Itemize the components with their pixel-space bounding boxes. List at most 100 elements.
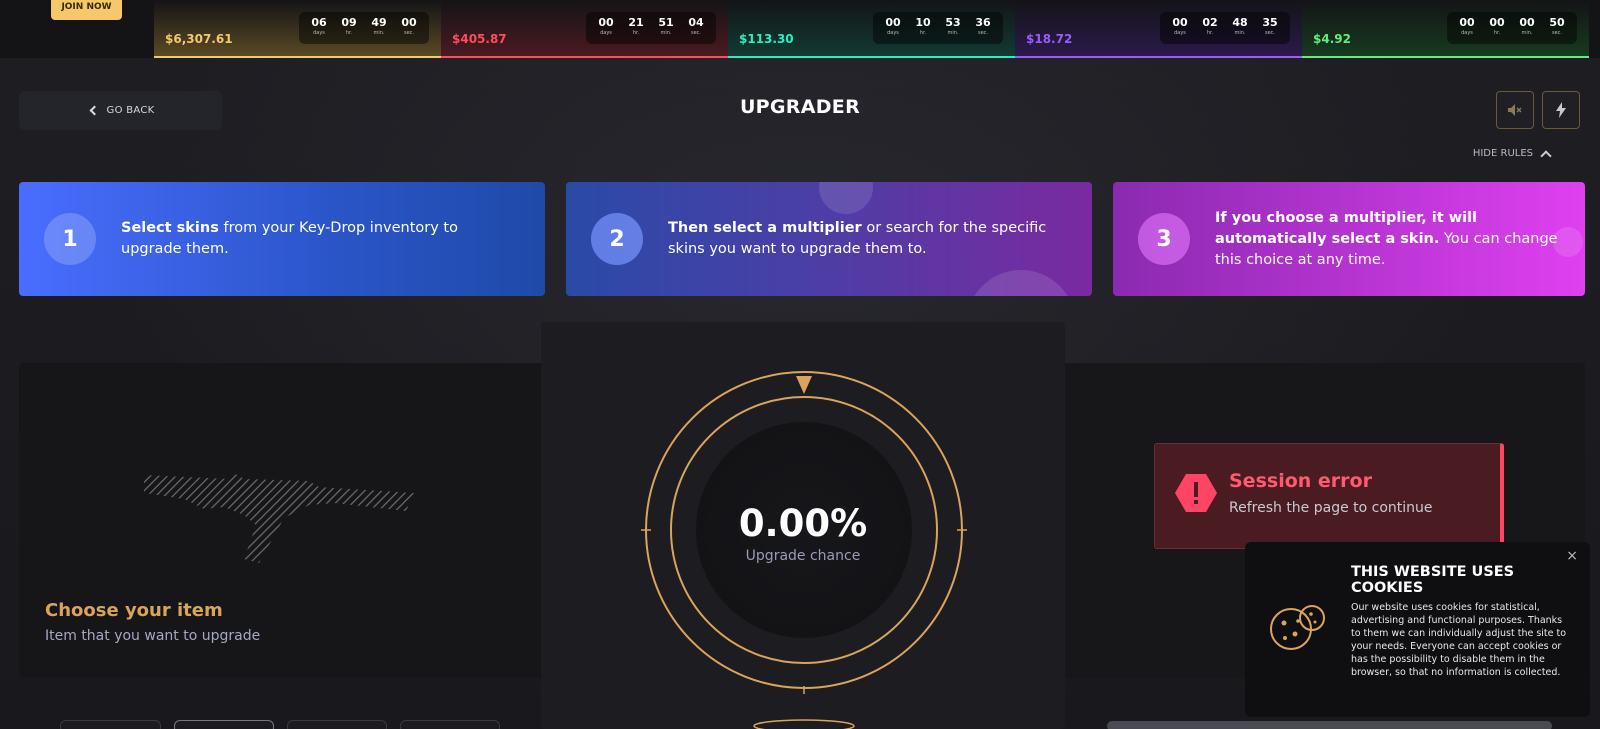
timer-unit: 10 hr. [909, 17, 937, 39]
bottom-tab[interactable] [287, 720, 387, 729]
mute-button[interactable] [1496, 91, 1534, 129]
timer-label: hr. [345, 30, 353, 36]
case-price: $405.87 [452, 32, 507, 46]
timer-value: 04 [688, 16, 704, 29]
timer-value: 09 [341, 16, 357, 29]
timer-value: 50 [1549, 16, 1565, 29]
timer-label: days [887, 30, 899, 36]
upgrade-wheel-panel: 0.00% Upgrade chance [541, 322, 1065, 729]
timer-value: 48 [1232, 16, 1248, 29]
choose-item-panel[interactable]: Choose your item Item that you want to u… [19, 363, 545, 678]
timer-unit: 51 min. [652, 17, 680, 39]
timer-label: min. [660, 30, 672, 36]
timer-unit: 02 hr. [1196, 17, 1224, 39]
cookie-consent-popup: × THIS WEBSITE USES COOKIES Our website … [1245, 542, 1590, 717]
timer-unit: 36 sec. [969, 17, 997, 39]
decor-bubble [819, 182, 873, 214]
timer-value: 00 [598, 16, 614, 29]
timer-unit: 00 sec. [395, 17, 423, 39]
upgrade-chance-value: 0.00% [738, 502, 868, 545]
timer-unit: 00 days [879, 17, 907, 39]
timer-value: 00 [1489, 16, 1505, 29]
bottom-tab[interactable] [60, 720, 161, 729]
timer-value: 35 [1262, 16, 1278, 29]
countdown-timer: 00 days 00 hr. 00 min. 50 sec. [1447, 12, 1577, 44]
timer-unit: 00 min. [1513, 17, 1541, 39]
timer-unit: 48 min. [1226, 17, 1254, 39]
decor-bubble [966, 270, 1076, 296]
countdown-timer: 00 days 10 hr. 53 min. 36 sec. [873, 12, 1003, 44]
page-title: UPGRADER [739, 96, 861, 118]
cookie-title: THIS WEBSITE USES COOKIES [1351, 564, 1515, 596]
timer-unit: 21 hr. [622, 17, 650, 39]
close-icon[interactable]: × [1566, 548, 1578, 564]
timer-label: sec. [690, 30, 702, 36]
warning-octagon-icon [1175, 474, 1217, 512]
case-card[interactable]: $113.30 00 days 10 hr. 53 min. 36 sec. [728, 0, 1015, 58]
rule-step-1: 1 Select skins from your Key-Drop invent… [19, 182, 545, 296]
timer-label: days [1461, 30, 1473, 36]
timer-unit: 49 min. [365, 17, 393, 39]
join-now-button[interactable]: JOIN NOW [51, 0, 122, 20]
timer-unit: 50 sec. [1543, 17, 1571, 39]
bottom-tab[interactable] [400, 720, 500, 729]
step-text: Then select a multiplier or search for t… [668, 220, 1047, 257]
timer-value: 51 [658, 16, 674, 29]
case-card[interactable]: $6,307.61 06 days 09 hr. 49 min. 00 sec. [154, 0, 441, 58]
search-bar[interactable] [1107, 721, 1552, 729]
chevron-up-icon [1540, 150, 1552, 162]
pointer-icon [796, 376, 812, 394]
timer-value: 00 [885, 16, 901, 29]
case-cards: $6,307.61 06 days 09 hr. 49 min. 00 sec. $405.87 0… [154, 0, 1589, 58]
step-number: 1 [44, 213, 96, 265]
timer-unit: 53 min. [939, 17, 967, 39]
case-card[interactable]: $405.87 00 days 21 hr. 51 min. 04 sec. [441, 0, 728, 58]
decor-bubble [1553, 227, 1583, 257]
session-error-subtitle: Refresh the page to continue [1229, 500, 1433, 516]
timer-value: 00 [1519, 16, 1535, 29]
timer-value: 49 [371, 16, 387, 29]
timer-value: 53 [945, 16, 961, 29]
step-text: Select skins from your Key-Drop inventor… [121, 220, 458, 257]
timer-label: min. [947, 30, 959, 36]
countdown-timer: 00 days 21 hr. 51 min. 04 sec. [586, 12, 716, 44]
timer-value: 02 [1202, 16, 1218, 29]
timer-label: sec. [1264, 30, 1276, 36]
timer-value: 21 [628, 16, 644, 29]
cookie-icon [1270, 605, 1325, 650]
countdown-timer: 00 days 02 hr. 48 min. 35 sec. [1160, 12, 1290, 44]
rule-step-3: 3 If you choose a multiplier, it will au… [1113, 182, 1585, 296]
lightning-icon [1556, 102, 1566, 118]
timer-label: days [1174, 30, 1186, 36]
timer-value: 06 [311, 16, 327, 29]
timer-unit: 00 days [592, 17, 620, 39]
timer-label: hr. [1493, 30, 1501, 36]
timer-value: 10 [915, 16, 931, 29]
timer-unit: 35 sec. [1256, 17, 1284, 39]
timer-label: sec. [1551, 30, 1563, 36]
step-number: 3 [1138, 213, 1190, 265]
timer-label: hr. [1206, 30, 1214, 36]
timer-label: sec. [977, 30, 989, 36]
case-price: $6,307.61 [165, 32, 233, 46]
hide-rules-label: HIDE RULES [1472, 148, 1533, 159]
timer-unit: 04 sec. [682, 17, 710, 39]
step-text: If you choose a multiplier, it will auto… [1215, 209, 1558, 268]
timer-unit: 06 days [305, 17, 333, 39]
upgrade-chance-label: Upgrade chance [745, 548, 861, 564]
timer-label: hr. [919, 30, 927, 36]
timer-label: min. [1234, 30, 1246, 36]
case-price: $4.92 [1313, 32, 1351, 46]
timer-unit: 00 hr. [1483, 17, 1511, 39]
session-error-toast: Session error Refresh the page to contin… [1154, 443, 1504, 549]
choose-item-title: Choose your item [45, 600, 223, 621]
bottom-tab[interactable] [174, 720, 274, 729]
case-card[interactable]: $4.92 00 days 00 hr. 00 min. 50 sec. [1302, 0, 1589, 58]
choose-item-subtitle: Item that you want to upgrade [45, 628, 261, 644]
timer-unit: 00 days [1166, 17, 1194, 39]
case-card[interactable]: $18.72 00 days 02 hr. 48 min. 35 sec. [1015, 0, 1302, 58]
rifle-silhouette-icon [144, 473, 414, 563]
timer-value: 00 [401, 16, 417, 29]
fast-mode-button[interactable] [1542, 91, 1580, 129]
hide-rules-toggle[interactable]: HIDE RULES [1472, 147, 1552, 162]
